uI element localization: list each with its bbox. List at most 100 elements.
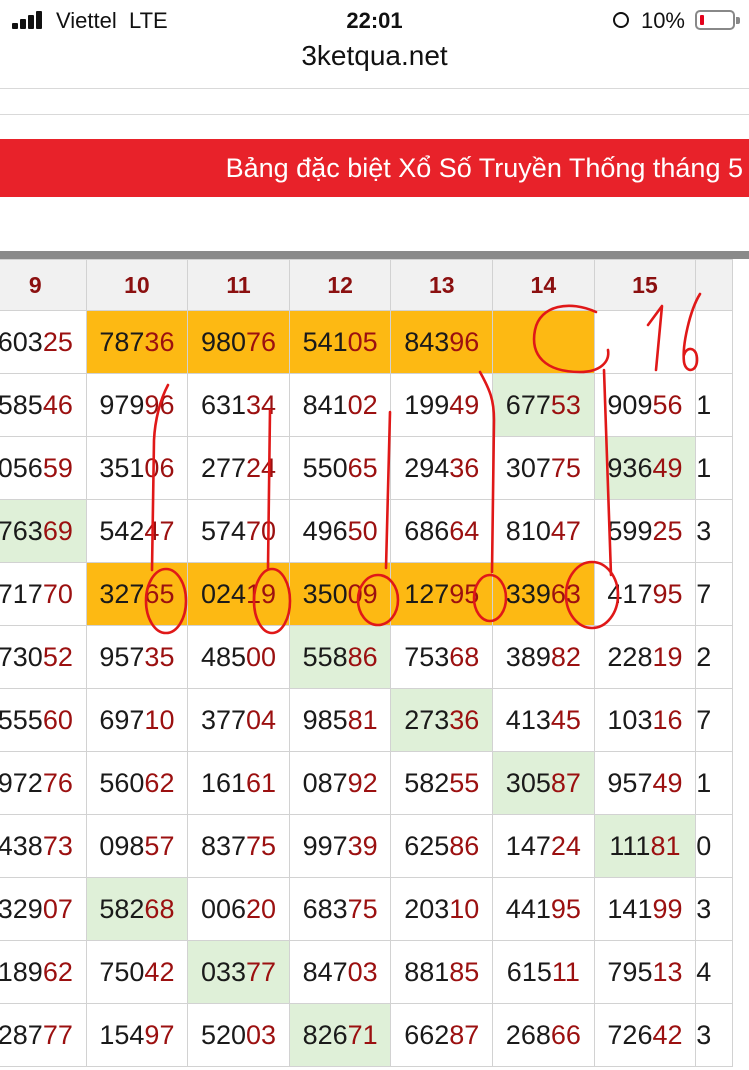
result-cell: 00620	[187, 877, 290, 941]
result-last-two: 85	[449, 956, 480, 987]
day-header: 11	[187, 259, 290, 311]
result-prefix: 3	[696, 515, 712, 546]
result-cell: 83775	[187, 814, 290, 878]
result-last-two: 24	[550, 830, 581, 861]
result-last-two: 46	[42, 389, 73, 420]
result-cell: 98581	[288, 688, 392, 752]
result-cell: 2	[695, 625, 733, 689]
day-header	[695, 259, 733, 311]
result-last-two: 96	[449, 326, 480, 357]
result-last-two: 19	[652, 641, 683, 672]
table-title-banner: Bảng đặc biệt Xổ Số Truyền Thống tháng 5	[0, 139, 749, 197]
result-cell: 19949	[390, 373, 494, 437]
result-prefix: 496	[302, 515, 348, 546]
result-cell: 62586	[390, 814, 494, 878]
result-last-two: 86	[347, 641, 378, 672]
result-last-two: 66	[550, 1019, 581, 1050]
result-last-two: 64	[449, 515, 480, 546]
table-row: 18962 75042 03377 84703 88185 61511 79513 4	[0, 940, 733, 1004]
results-table: 9 10 11 12 13 14 15 60325 78736 98076 54105 84396 5…	[0, 259, 733, 1067]
result-prefix: 936	[607, 452, 653, 483]
result-prefix: 542	[99, 515, 145, 546]
result-last-two: 52	[42, 641, 73, 672]
result-cell: 14199	[593, 877, 697, 941]
result-last-two: 11	[551, 956, 580, 987]
result-last-two: 03	[347, 956, 378, 987]
result-cell: 32765	[85, 562, 189, 626]
result-cell: 84396	[390, 310, 494, 374]
result-last-two: 68	[144, 893, 175, 924]
result-last-two: 19	[246, 578, 277, 609]
result-last-two: 35	[144, 641, 175, 672]
result-prefix: 438	[0, 830, 43, 861]
result-last-two: 82	[550, 641, 581, 672]
result-cell: 03377	[187, 940, 290, 1004]
result-cell: 55560	[0, 688, 87, 752]
result-prefix: 697	[99, 704, 145, 735]
address-bar-url[interactable]: 3ketqua.net	[0, 40, 749, 72]
result-cell: 82671	[288, 1003, 392, 1067]
result-prefix: 980	[200, 326, 247, 357]
result-last-two: 92	[347, 767, 378, 798]
result-cell: 35009	[288, 562, 392, 626]
result-cell: 54105	[288, 310, 392, 374]
result-prefix: 228	[607, 641, 653, 672]
result-last-two: 42	[144, 956, 175, 987]
result-cell: 58268	[85, 877, 189, 941]
result-last-two: 57	[144, 830, 175, 861]
result-prefix: 582	[99, 893, 145, 924]
result-prefix: 7	[696, 578, 712, 609]
result-cell: 44195	[492, 877, 595, 941]
result-prefix: 985	[302, 704, 348, 735]
result-prefix: 033	[200, 956, 247, 987]
result-cell: 09857	[85, 814, 189, 878]
result-cell: 69710	[85, 688, 189, 752]
result-last-two: 34	[246, 389, 277, 420]
result-prefix: 351	[99, 452, 145, 483]
result-prefix: 273	[404, 704, 450, 735]
result-cell: 56062	[85, 751, 189, 815]
result-last-two: 61	[246, 767, 277, 798]
result-prefix: 203	[404, 893, 450, 924]
result-prefix: 957	[99, 641, 145, 672]
result-last-two: 77	[246, 956, 277, 987]
table-row: 97276 56062 16161 08792 58255 30587 95749 1	[0, 751, 733, 815]
result-last-two: 70	[42, 578, 73, 609]
result-last-two: 99	[652, 893, 683, 924]
table-row: 28777 15497 52003 82671 66287 26866 72642 3	[0, 1003, 733, 1067]
result-cell: 38982	[492, 625, 595, 689]
result-prefix: 843	[404, 326, 450, 357]
result-cell: 3	[695, 877, 733, 941]
clock: 22:01	[346, 8, 403, 33]
result-cell: 28777	[0, 1003, 87, 1067]
result-prefix: 147	[505, 830, 551, 861]
result-prefix: 277	[200, 452, 247, 483]
result-last-two: 10	[449, 893, 480, 924]
result-cell: 15497	[85, 1003, 189, 1067]
result-cell: 75042	[85, 940, 189, 1004]
result-last-two: 71	[347, 1019, 378, 1050]
result-prefix: 268	[505, 1019, 551, 1050]
result-last-two: 13	[652, 956, 683, 987]
result-last-two: 87	[449, 1019, 480, 1050]
result-cell: 1	[695, 751, 733, 815]
result-prefix: 837	[200, 830, 247, 861]
result-cell	[695, 310, 733, 374]
result-cell: 3	[695, 1003, 733, 1067]
result-prefix: 329	[0, 893, 43, 924]
result-last-two: 09	[347, 578, 378, 609]
result-prefix: 603	[0, 326, 43, 357]
result-last-two: 25	[652, 515, 683, 546]
result-last-two: 53	[550, 389, 581, 420]
result-cell: 41795	[593, 562, 697, 626]
table-top-border	[0, 251, 749, 259]
result-cell: 61511	[492, 940, 595, 1004]
day-header: 12	[288, 259, 392, 311]
result-cell: 7	[695, 562, 733, 626]
result-prefix: 881	[404, 956, 450, 987]
result-prefix: 520	[200, 1019, 247, 1050]
result-prefix: 847	[302, 956, 348, 987]
result-cell: 63134	[187, 373, 290, 437]
result-prefix: 389	[505, 641, 551, 672]
result-cell: 66287	[390, 1003, 494, 1067]
